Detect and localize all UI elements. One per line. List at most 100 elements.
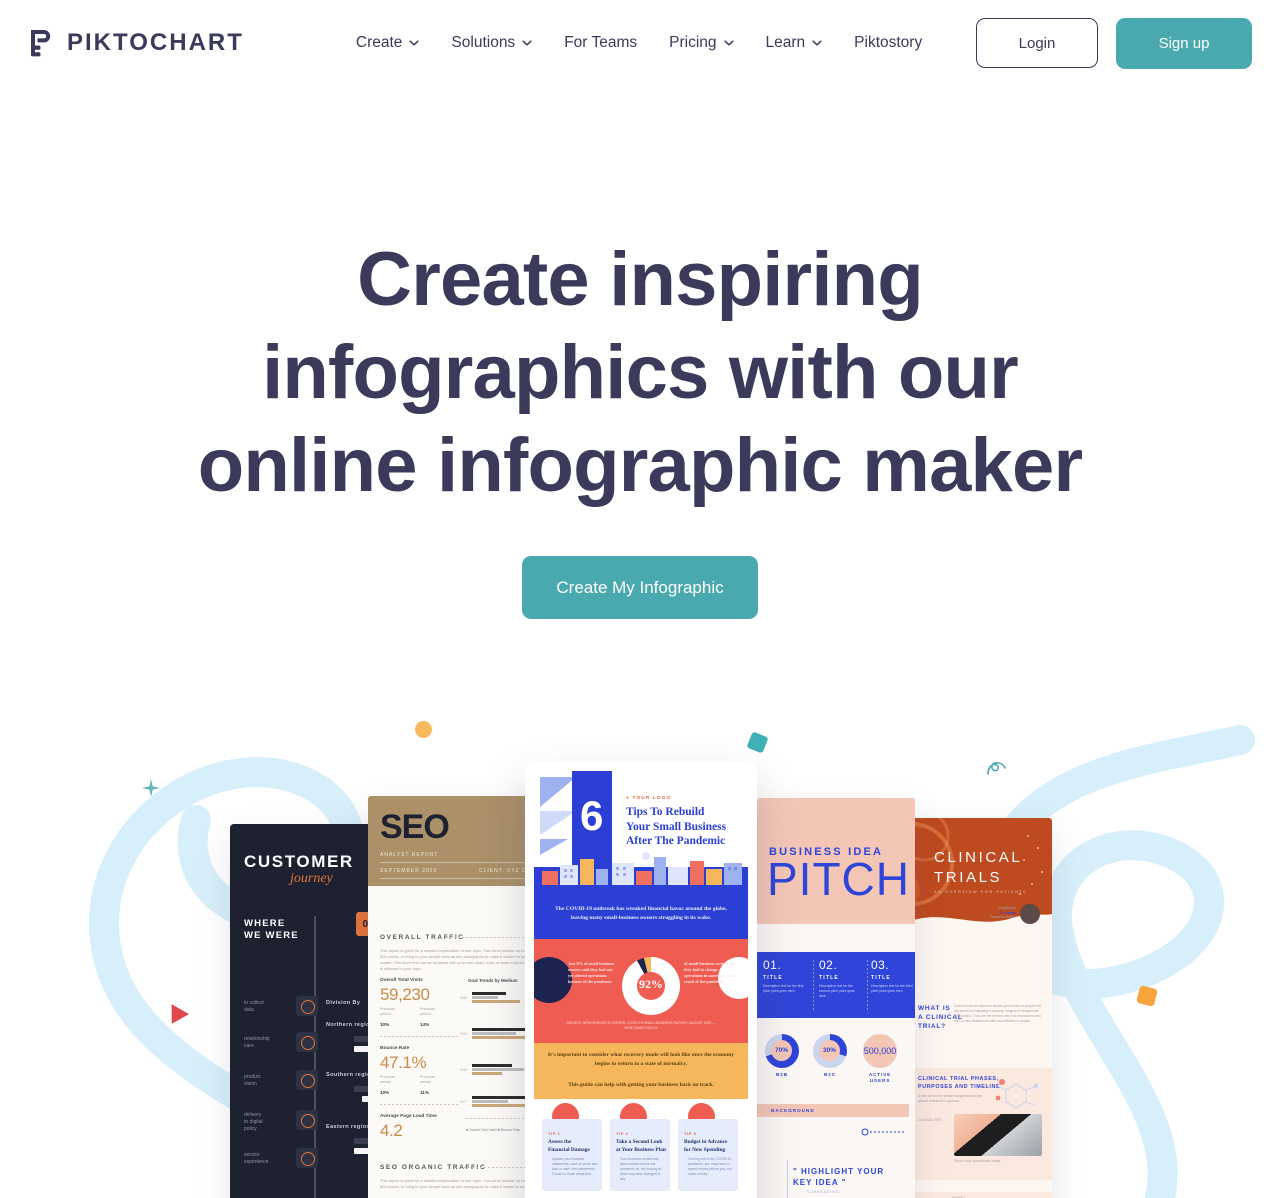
cj-row-label: relationship care bbox=[244, 1036, 270, 1049]
clinical-section-sub: A look at how the phases progress from p… bbox=[918, 1094, 983, 1103]
seo-meta-1: ANALYST REPORT bbox=[380, 852, 439, 858]
pitch-donut-b2b-value: 70% bbox=[771, 1040, 792, 1061]
avatar bbox=[1020, 904, 1040, 924]
tip-number: TIP 2 bbox=[616, 1131, 629, 1136]
stat-left-text: Just 8% of small-business owners said th… bbox=[568, 961, 615, 984]
nav-label: Learn bbox=[765, 34, 806, 51]
clinical-title: CLINICAL TRIALS bbox=[934, 849, 1023, 886]
nav-item-create[interactable]: Create bbox=[340, 26, 436, 60]
molecule-icon bbox=[996, 1079, 1039, 1109]
nav-item-piktostory[interactable]: Piktostory bbox=[838, 26, 938, 60]
teal-sparkle bbox=[142, 779, 160, 797]
pitch-quote-rule bbox=[787, 1160, 788, 1198]
page-title: Create inspiring infographics with our o… bbox=[0, 233, 1280, 512]
pitch-column-label: TITLE bbox=[871, 975, 891, 981]
tip-body: Coming out of the COVID-19 pandemic, you… bbox=[688, 1157, 732, 1176]
hero-title-line-2: infographics with our bbox=[262, 330, 1019, 415]
tips-title: Tips To Rebuild Your Small Business After … bbox=[626, 806, 727, 847]
cj-step-icon bbox=[296, 1070, 318, 1090]
nav-label: Create bbox=[355, 34, 403, 51]
nav-item-learn[interactable]: Learn bbox=[750, 26, 839, 60]
seo-bar bbox=[472, 996, 498, 999]
tips-number: 6 bbox=[580, 792, 604, 839]
logo-placeholder: ● YOUR LOGO bbox=[626, 795, 672, 800]
seo-body-text: This layout is great for a detailed expl… bbox=[380, 1178, 529, 1189]
nav-item-solutions[interactable]: Solutions bbox=[435, 26, 548, 60]
logo-text: PIKTOCHART bbox=[67, 29, 244, 56]
seo-bar bbox=[472, 1064, 512, 1067]
seo-metric-label: Bounce Rate bbox=[380, 1046, 410, 1051]
seo-metric-delta: 14% bbox=[420, 1022, 430, 1027]
clinical-phase-band bbox=[908, 1192, 1052, 1198]
pitch-quote: " HIGHLIGHT YOUR KEY IDEA " bbox=[793, 1167, 885, 1187]
template-card-six-tips[interactable]: 6 ● YOUR LOGO Tips To Rebuild Your Small … bbox=[525, 762, 757, 1198]
byline-name: Dr. Name bbox=[1000, 910, 1016, 915]
nav-item-pricing[interactable]: Pricing bbox=[653, 26, 749, 60]
seo-axis-label: 2020 bbox=[460, 996, 468, 1000]
stat-value: 92% bbox=[639, 977, 663, 991]
seo-metric-value: 4.2 bbox=[380, 1121, 403, 1140]
seo-bar bbox=[472, 1000, 520, 1003]
pitch-column-body: Description text for the third pitch poi… bbox=[871, 984, 913, 993]
seo-axis-label: 2019 bbox=[460, 1032, 468, 1036]
seo-dashed-line bbox=[446, 937, 534, 938]
pitch-title: PITCH bbox=[767, 853, 910, 905]
stat-right-text: of small-business owners say they had to… bbox=[684, 961, 736, 984]
byline-label: Prepared by bbox=[998, 906, 1016, 910]
pitch-column: 01. TITLE Description text for the first… bbox=[763, 958, 807, 994]
seo-body-text: This layout is great for a detailed expl… bbox=[380, 948, 532, 971]
tip-body: Update your financial statements, cash o… bbox=[552, 1157, 598, 1176]
callout-2: This guide can help with getting your bu… bbox=[568, 1082, 714, 1088]
seo-legend-item: Bounce Rate bbox=[500, 1128, 521, 1132]
seo-metric-label: Average Page Load Time bbox=[380, 1114, 437, 1119]
cj-group-label: Eastern region bbox=[326, 1124, 371, 1130]
pitch-stat-label: B2B bbox=[776, 1072, 788, 1077]
template-card-business-idea-pitch[interactable]: BUSINESS IDEA PITCH 01. TITLE Descriptio… bbox=[757, 798, 915, 1198]
piktochart-p-mark-icon bbox=[28, 28, 56, 58]
seo-legend-item: Overall Total Visits bbox=[469, 1128, 497, 1132]
cj-step-icon bbox=[296, 1110, 318, 1130]
cj-column-label: Division By bbox=[326, 1000, 361, 1006]
create-my-infographic-button[interactable]: Create My Infographic bbox=[522, 556, 758, 619]
pitch-divider bbox=[867, 960, 868, 1012]
logo-piktochart[interactable]: PIKTOCHART bbox=[28, 28, 244, 58]
pitch-stat-circle: 500,000 bbox=[863, 1034, 897, 1068]
tip-number: TIP 3 bbox=[684, 1131, 697, 1136]
clinical-photo-label: CLINICAL TEST bbox=[918, 1118, 943, 1122]
tip-card bbox=[678, 1119, 738, 1191]
seo-bar bbox=[472, 1028, 528, 1031]
tip-title: Assess the Financial Damage bbox=[548, 1139, 590, 1153]
template-card-seo-report[interactable]: SEO ANALYST REPORT SEPTEMBER 2020 CLIENT… bbox=[368, 796, 544, 1198]
pitch-column-number: 02. bbox=[819, 958, 838, 972]
tips-intro-text: The COVID-19 outbreak has wreaked financ… bbox=[555, 906, 727, 921]
main-navigation: Create Solutions For Teams Pricing Learn bbox=[340, 26, 938, 60]
site-header: PIKTOCHART Create Solutions For Teams Pr… bbox=[0, 0, 1280, 86]
seo-chart-title: Goal Trends by Medium bbox=[468, 978, 518, 983]
template-card-clinical-trials[interactable]: CLINICAL TRIALS AN OVERVIEW FOR PATIENTS … bbox=[908, 818, 1052, 1198]
pitch-column-label: TITLE bbox=[819, 975, 839, 981]
pitch-column-number: 03. bbox=[871, 958, 890, 972]
seo-legend: ■ Overall Total Visits ■ Bounce Rate bbox=[466, 1128, 521, 1132]
cj-group-label: Northern region bbox=[326, 1022, 374, 1028]
clinical-subtitle: AN OVERVIEW FOR PATIENTS bbox=[934, 890, 1028, 894]
cj-script-word: journey bbox=[290, 871, 333, 886]
chevron-down-icon bbox=[409, 38, 419, 48]
tip-number: TIP 1 bbox=[548, 1131, 561, 1136]
signup-button[interactable]: Sign up bbox=[1116, 17, 1252, 69]
pitch-background-strip: BACKGROUND bbox=[757, 1104, 909, 1117]
seo-bar bbox=[472, 1072, 502, 1075]
nav-item-for-teams[interactable]: For Teams bbox=[548, 26, 653, 60]
pitch-stat-label: ACTIVE USERS bbox=[868, 1072, 892, 1083]
orange-dot bbox=[415, 721, 432, 738]
pitch-donut-b2c-value: 30% bbox=[819, 1040, 840, 1061]
header-actions: Login Sign up bbox=[976, 17, 1252, 69]
cj-step-icon bbox=[296, 1032, 318, 1052]
chevron-down-icon bbox=[522, 38, 532, 48]
clinical-photo bbox=[954, 1114, 1042, 1156]
seo-bar bbox=[472, 1068, 524, 1071]
login-button[interactable]: Login bbox=[976, 18, 1098, 68]
nav-label: Pricing bbox=[669, 34, 717, 51]
hero-section: Create inspiring infographics with our o… bbox=[0, 233, 1280, 619]
pitch-column: 03. TITLE Description text for the third… bbox=[871, 958, 915, 994]
seo-dashed-line bbox=[380, 1104, 460, 1105]
